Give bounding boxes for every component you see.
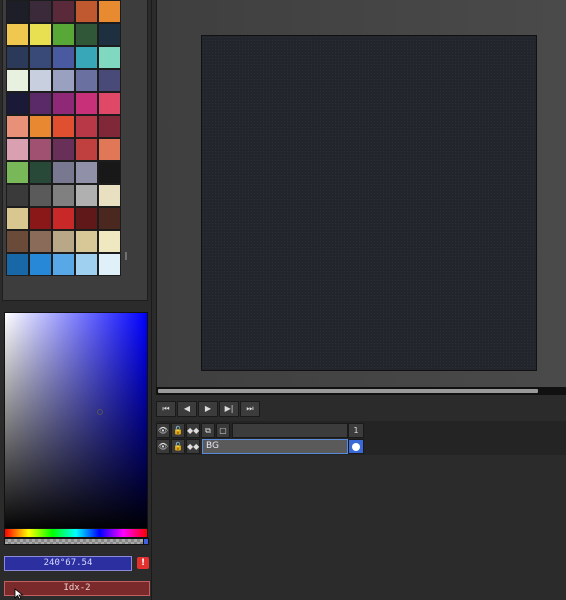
- palette-swatch[interactable]: [75, 230, 98, 253]
- palette-swatch[interactable]: [6, 138, 29, 161]
- layer-name-bg[interactable]: BG: [202, 439, 348, 454]
- app-window: ‖ 240°67.54 ! Idx-2 ⏮ ◀ ▶ ▶| ⏭ 👁 🔓 ◆◆ ⧉ …: [0, 0, 566, 600]
- palette-swatch[interactable]: [29, 184, 52, 207]
- palette-swatch[interactable]: [29, 69, 52, 92]
- left-panel: ‖ 240°67.54 ! Idx-2: [0, 0, 152, 600]
- palette-swatch[interactable]: [52, 138, 75, 161]
- saturation-value-box[interactable]: [4, 312, 148, 534]
- palette-panel: ‖: [2, 0, 148, 301]
- palette-swatch[interactable]: [52, 184, 75, 207]
- header-spacer: [232, 423, 348, 438]
- palette-swatch[interactable]: [52, 46, 75, 69]
- timeline-panel: ⏮ ◀ ▶ ▶| ⏭ 👁 🔓 ◆◆ ⧉ ▢ 1 👁 🔓 ◆◆ BG: [156, 397, 566, 600]
- layer-group-icon[interactable]: ⧉: [201, 423, 215, 438]
- palette-swatch[interactable]: [52, 230, 75, 253]
- playback-controls: ⏮ ◀ ▶ ▶| ⏭: [156, 401, 260, 417]
- palette-swatch[interactable]: [75, 161, 98, 184]
- palette-swatch[interactable]: [29, 92, 52, 115]
- palette-swatch[interactable]: [98, 138, 121, 161]
- palette-swatch[interactable]: [98, 184, 121, 207]
- lock-icon[interactable]: 🔓: [171, 439, 185, 454]
- palette-swatch[interactable]: [6, 23, 29, 46]
- color-picker-panel: 240°67.54 ! Idx-2: [2, 310, 150, 600]
- palette-swatch[interactable]: [6, 161, 29, 184]
- palette-swatch[interactable]: [75, 0, 98, 23]
- palette-swatch[interactable]: [6, 184, 29, 207]
- canvas-horizontal-scrollbar[interactable]: [156, 387, 566, 395]
- palette-swatch[interactable]: [52, 253, 75, 276]
- palette-swatch[interactable]: [6, 253, 29, 276]
- eye-icon[interactable]: 👁: [156, 439, 170, 454]
- palette-swatch[interactable]: [6, 207, 29, 230]
- palette-swatch[interactable]: [52, 207, 75, 230]
- palette-swatch[interactable]: [29, 207, 52, 230]
- continuous-toggle-all-icon[interactable]: ◆◆: [186, 423, 200, 438]
- layers-frames-area: 👁 🔓 ◆◆ ⧉ ▢ 1 👁 🔓 ◆◆ BG: [156, 421, 566, 455]
- palette-swatch[interactable]: [75, 138, 98, 161]
- visibility-toggle-all-icon[interactable]: 👁: [156, 423, 170, 438]
- palette-swatch[interactable]: [52, 0, 75, 23]
- palette-swatch[interactable]: [29, 0, 52, 23]
- palette-swatch[interactable]: [75, 46, 98, 69]
- palette-swatch[interactable]: [6, 46, 29, 69]
- palette-swatch[interactable]: [98, 115, 121, 138]
- alpha-slider[interactable]: [4, 538, 149, 545]
- palette-swatch[interactable]: [98, 253, 121, 276]
- hue-slider[interactable]: [4, 528, 148, 538]
- mouse-pointer-icon: [14, 588, 24, 600]
- palette-swatch[interactable]: [6, 92, 29, 115]
- cel-frame-1[interactable]: [348, 439, 364, 454]
- palette-resize-grip-icon[interactable]: ‖: [124, 252, 130, 260]
- palette-swatch[interactable]: [52, 161, 75, 184]
- palette-swatch[interactable]: [52, 115, 75, 138]
- palette-swatch[interactable]: [75, 207, 98, 230]
- scrollbar-thumb[interactable]: [158, 389, 538, 393]
- palette-swatch[interactable]: [52, 69, 75, 92]
- palette-swatch[interactable]: [75, 69, 98, 92]
- palette-swatch[interactable]: [6, 0, 29, 23]
- palette-swatch[interactable]: [98, 0, 121, 23]
- first-frame-button[interactable]: ⏮: [156, 401, 176, 417]
- palette-swatch[interactable]: [98, 161, 121, 184]
- hsv-value-field[interactable]: 240°67.54: [4, 556, 132, 571]
- palette-swatch[interactable]: [98, 46, 121, 69]
- palette-swatch[interactable]: [29, 230, 52, 253]
- frame-number-header[interactable]: 1: [348, 423, 364, 438]
- palette-swatch[interactable]: [75, 23, 98, 46]
- cel-content-dot: [352, 443, 360, 451]
- canvas-viewport[interactable]: [156, 0, 566, 390]
- palette-swatch[interactable]: [29, 253, 52, 276]
- palette-swatch[interactable]: [29, 115, 52, 138]
- previous-frame-button[interactable]: ◀: [177, 401, 197, 417]
- palette-swatch[interactable]: [98, 23, 121, 46]
- palette-swatch[interactable]: [52, 92, 75, 115]
- palette-swatch[interactable]: [98, 92, 121, 115]
- sv-cursor[interactable]: [97, 409, 103, 415]
- last-frame-button[interactable]: ⏭: [240, 401, 260, 417]
- palette-swatch[interactable]: [98, 69, 121, 92]
- palette-swatch[interactable]: [52, 23, 75, 46]
- continuous-icon[interactable]: ◆◆: [186, 439, 200, 454]
- palette-swatch[interactable]: [75, 184, 98, 207]
- palette-swatch[interactable]: [98, 230, 121, 253]
- lock-toggle-all-icon[interactable]: 🔓: [171, 423, 185, 438]
- palette-swatch[interactable]: [29, 23, 52, 46]
- play-button[interactable]: ▶: [198, 401, 218, 417]
- palette-swatch[interactable]: [75, 253, 98, 276]
- palette-swatch[interactable]: [75, 115, 98, 138]
- palette-swatch-grid: [6, 0, 121, 276]
- onion-skin-icon[interactable]: ▢: [216, 423, 230, 438]
- palette-swatch[interactable]: [6, 69, 29, 92]
- palette-swatch[interactable]: [6, 115, 29, 138]
- palette-swatch[interactable]: [29, 161, 52, 184]
- palette-swatch[interactable]: [98, 207, 121, 230]
- palette-swatch[interactable]: [75, 92, 98, 115]
- palette-swatch[interactable]: [29, 46, 52, 69]
- warning-icon[interactable]: !: [137, 557, 149, 569]
- sprite-canvas[interactable]: [201, 35, 537, 371]
- next-frame-button[interactable]: ▶|: [219, 401, 239, 417]
- alpha-slider-handle[interactable]: [143, 538, 149, 545]
- palette-swatch[interactable]: [29, 138, 52, 161]
- palette-swatch[interactable]: [6, 230, 29, 253]
